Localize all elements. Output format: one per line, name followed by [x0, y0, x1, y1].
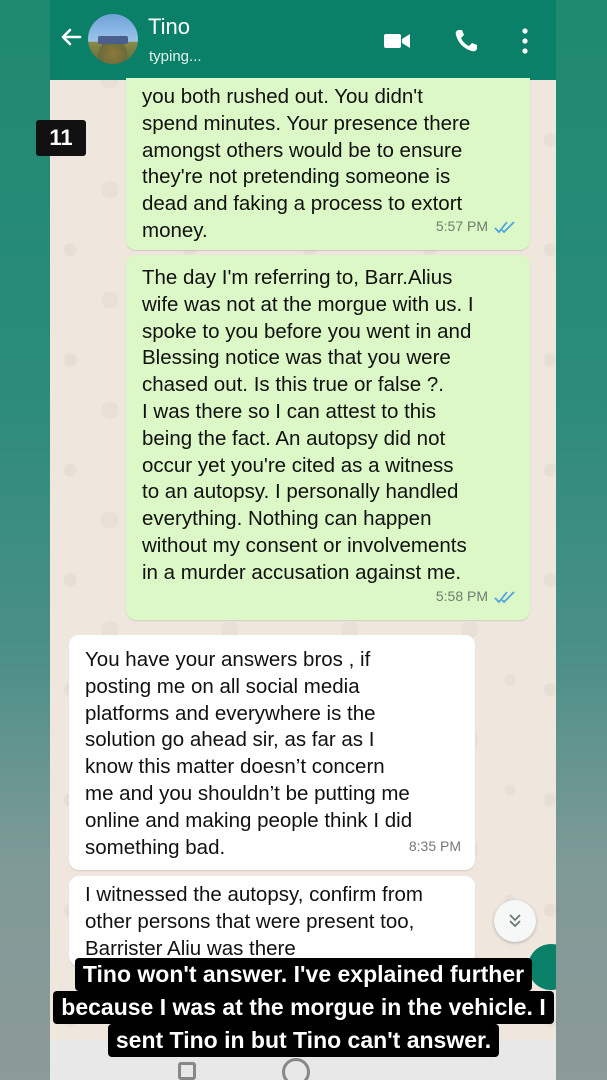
message-line: The day I'm referring to, Barr.Alius [142, 266, 453, 289]
message-line: spoke to you before you went in and [142, 319, 472, 343]
message-line: wife was not at the morgue with us. I [142, 292, 474, 316]
message-bubble-incoming[interactable]: You have your answers bros , if posting … [69, 635, 475, 870]
message-line: occur yet you're cited as a witness [142, 453, 454, 477]
caption-line: Tino won't answer. I've explained furthe… [74, 958, 533, 991]
message-line: me and you shouldn’t be putting me [85, 781, 410, 805]
message-line: I witnessed the autopsy, confirm from [85, 883, 424, 906]
scroll-down-button[interactable] [494, 900, 536, 942]
contact-avatar[interactable] [88, 14, 138, 64]
message-line: Blessing notice was that you were [142, 346, 451, 370]
page-number-badge: 11 [36, 120, 86, 156]
message-bubble-outgoing[interactable]: you both rushed out. You didn't spend mi… [126, 78, 530, 250]
home-icon[interactable] [282, 1058, 310, 1080]
recent-apps-icon[interactable] [178, 1062, 196, 1080]
message-time: 5:57 PM [435, 218, 488, 235]
message-time: 8:35 PM [408, 838, 461, 855]
read-receipt-icon [494, 220, 515, 233]
message-line: solution go ahead sir, as far as I [85, 728, 375, 752]
message-bubble-incoming[interactable]: I witnessed the autopsy, confirm from ot… [69, 876, 475, 966]
message-bubble-outgoing[interactable]: The day I'm referring to, Barr.Alius wif… [126, 255, 530, 620]
contact-status: typing... [149, 48, 202, 65]
caption-overlay: Tino won't answer. I've explained furthe… [0, 958, 607, 1057]
message-time: 5:58 PM [435, 588, 488, 605]
message-meta: 5:57 PM [436, 213, 516, 240]
phone-call-icon[interactable] [451, 26, 481, 56]
message-line: to an autopsy. I personally handled [142, 480, 459, 504]
message-line: I was there so I can attest to this [142, 399, 436, 423]
message-line: amongst others would be to ensure [142, 138, 463, 162]
message-line: other persons that were present too, [85, 909, 415, 933]
message-line: you both rushed out. You didn't [142, 85, 423, 108]
message-line: You have your answers bros , if [85, 648, 371, 671]
video-call-icon[interactable] [382, 26, 412, 56]
message-line: platforms and everywhere is the [85, 701, 376, 725]
message-line: spend minutes. Your presence there [142, 111, 471, 135]
message-meta: 8:35 PM [409, 833, 461, 860]
read-receipt-icon [494, 590, 515, 603]
scroll-down-icon [509, 914, 521, 928]
message-line: they're not pretending someone is [142, 165, 451, 189]
back-arrow-icon[interactable] [58, 24, 86, 54]
message-line: online and making people think I did [85, 808, 413, 832]
contact-name[interactable]: Tino [148, 14, 190, 40]
chat-header: Tino typing... [50, 0, 556, 80]
message-line: chased out. Is this true or false ?. [142, 373, 444, 397]
phone-screen: Tino typing... you both rushed out. You … [50, 0, 556, 1080]
message-line: something bad. [85, 835, 226, 859]
message-line: without my consent or involvements [142, 533, 467, 557]
caption-line: because I was at the morgue in the vehic… [53, 991, 554, 1024]
message-line: being the fact. An autopsy did not [142, 426, 446, 450]
more-options-icon[interactable] [516, 26, 546, 56]
message-line: everything. Nothing can happen [142, 507, 432, 531]
caption-line: sent Tino in but Tino can't answer. [107, 1024, 500, 1057]
message-line: posting me on all social media [85, 674, 360, 698]
message-meta: 5:58 PM [436, 583, 516, 610]
message-line: know this matter doesn’t concern [85, 755, 385, 779]
